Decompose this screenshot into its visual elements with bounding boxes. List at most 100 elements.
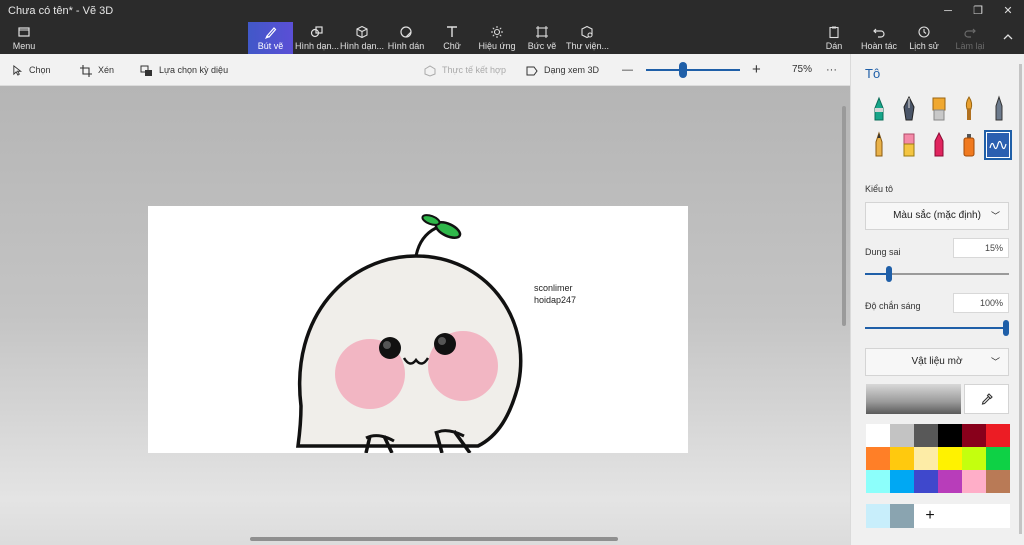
pencil-brush[interactable]: [865, 130, 893, 160]
crayon-brush[interactable]: [925, 130, 953, 160]
material-dropdown[interactable]: Vật liệu mờ ﹀: [865, 348, 1009, 376]
tolerance-label: Dung sai: [865, 247, 901, 257]
tolerance-slider[interactable]: [865, 266, 1009, 282]
spray-can-brush[interactable]: [955, 130, 983, 160]
color-swatch[interactable]: [938, 470, 962, 493]
pen-icon: [903, 95, 915, 121]
oil-brush-icon: [932, 97, 946, 121]
pixel-pen-brush[interactable]: [985, 94, 1013, 124]
view-3d-icon: [526, 66, 538, 76]
marker-brush[interactable]: [865, 94, 893, 124]
canvas-tab[interactable]: Bức vẽ: [526, 22, 558, 54]
custom-color-2[interactable]: [890, 504, 914, 528]
minimize-icon[interactable]: ─: [938, 3, 958, 19]
tolerance-value[interactable]: 15%: [953, 238, 1009, 258]
color-swatch[interactable]: [962, 447, 986, 470]
color-swatch[interactable]: [914, 447, 938, 470]
fill-bucket-brush[interactable]: [984, 130, 1012, 160]
color-swatch[interactable]: [866, 470, 890, 493]
eraser-brush[interactable]: [895, 130, 923, 160]
stickers-tab[interactable]: Hình dán: [386, 22, 426, 54]
oil-brush[interactable]: [925, 94, 953, 124]
magic-select-button[interactable]: Lựa chọn kỳ diệu: [140, 54, 228, 86]
crop-button[interactable]: Xén: [80, 54, 114, 86]
library-tab[interactable]: Thư viện...: [566, 22, 609, 54]
sun-icon: [478, 25, 516, 41]
window-title: Chưa có tên* - Vẽ 3D: [8, 5, 114, 17]
brush-icon: [248, 25, 293, 41]
close-icon[interactable]: ✕: [998, 3, 1018, 19]
view-3d-button[interactable]: Dạng xem 3D: [526, 54, 599, 86]
tolerance-slider-thumb[interactable]: [885, 266, 892, 282]
zoom-out-button[interactable]: —: [622, 54, 633, 86]
color-swatch[interactable]: [914, 424, 938, 447]
color-swatch[interactable]: [962, 470, 986, 493]
color-swatch[interactable]: [890, 470, 914, 493]
effects-tab[interactable]: Hiệu ứng: [478, 22, 516, 54]
color-swatch[interactable]: [962, 424, 986, 447]
redo-icon: [952, 25, 988, 41]
zoom-slider-thumb[interactable]: [678, 62, 687, 78]
color-swatch[interactable]: [890, 447, 914, 470]
undo-button[interactable]: Hoàn tác: [858, 22, 900, 54]
mixed-reality-icon: [424, 65, 436, 77]
opacity-slider-thumb[interactable]: [1003, 320, 1009, 336]
shapes-2d-tab[interactable]: Hình dạn...: [295, 22, 339, 54]
chevron-up-icon: [998, 30, 1018, 46]
fill-type-label: Kiểu tô: [865, 184, 894, 194]
zoom-in-button[interactable]: +: [752, 54, 761, 86]
panel-title: Tô: [865, 66, 881, 81]
fill-panel: Tô Kiểu tô Màu sắc (mặc định) ﹀ Dung sai…: [850, 54, 1024, 545]
horizontal-scrollbar[interactable]: [250, 537, 618, 541]
mixed-reality-button[interactable]: Thực tế kết hợp: [424, 54, 506, 86]
custom-colors: +: [866, 504, 1010, 528]
eraser-icon: [903, 133, 915, 157]
pixel-pen-icon: [995, 95, 1003, 121]
color-swatch[interactable]: [890, 424, 914, 447]
add-color-button[interactable]: +: [918, 504, 942, 528]
panel-scrollbar[interactable]: [1019, 64, 1022, 534]
opacity-slider-fill: [865, 327, 1006, 329]
text-tab[interactable]: Chữ: [436, 22, 468, 54]
chevron-down-icon: ﹀: [990, 357, 1000, 367]
title-bar: Chưa có tên* - Vẽ 3D ─ ❐ ✕: [0, 0, 1024, 22]
select-button[interactable]: Chọn: [12, 54, 51, 86]
library-icon: [566, 25, 608, 41]
color-swatch[interactable]: [866, 447, 890, 470]
fill-type-dropdown[interactable]: Màu sắc (mặc định) ﹀: [865, 202, 1009, 230]
more-options-button[interactable]: ···: [826, 54, 837, 86]
current-color-preview[interactable]: [866, 384, 961, 414]
zoom-level[interactable]: 75%: [792, 54, 812, 86]
workspace[interactable]: sconlimer hoidap247: [0, 86, 850, 545]
cube-icon: [340, 25, 384, 41]
paste-button[interactable]: Dán: [820, 22, 848, 54]
collapse-ribbon-button[interactable]: [998, 22, 1018, 54]
color-swatch[interactable]: [938, 447, 962, 470]
calligraphy-pen-brush[interactable]: [895, 94, 923, 124]
color-swatch[interactable]: [986, 447, 1010, 470]
brushes-tab[interactable]: Bút vẽ: [248, 22, 293, 54]
history-button[interactable]: Lịch sử: [906, 22, 942, 54]
color-swatch[interactable]: [986, 470, 1010, 493]
color-swatch[interactable]: [938, 424, 962, 447]
chevron-down-icon: ﹀: [990, 211, 1000, 221]
redo-button[interactable]: Làm lại: [952, 22, 988, 54]
marker-icon: [874, 96, 884, 121]
color-swatch[interactable]: [914, 470, 938, 493]
custom-color-1[interactable]: [866, 504, 890, 528]
eyedropper-button[interactable]: [964, 384, 1009, 414]
spray-can-icon: [963, 134, 975, 157]
color-swatch[interactable]: [866, 424, 890, 447]
menu-button[interactable]: Menu: [8, 22, 40, 54]
drawing-canvas[interactable]: sconlimer hoidap247: [148, 206, 688, 453]
opacity-value[interactable]: 100%: [953, 293, 1009, 313]
color-swatch[interactable]: [986, 424, 1010, 447]
watercolor-brush[interactable]: [955, 94, 983, 124]
restore-icon[interactable]: ❐: [968, 3, 988, 19]
canvas-icon: [526, 25, 558, 41]
vertical-scrollbar[interactable]: [842, 106, 846, 326]
magic-select-icon: [140, 65, 152, 76]
opacity-slider[interactable]: [865, 320, 1009, 336]
shapes-3d-tab[interactable]: Hình dạn...: [340, 22, 384, 54]
zoom-slider[interactable]: [646, 62, 740, 78]
